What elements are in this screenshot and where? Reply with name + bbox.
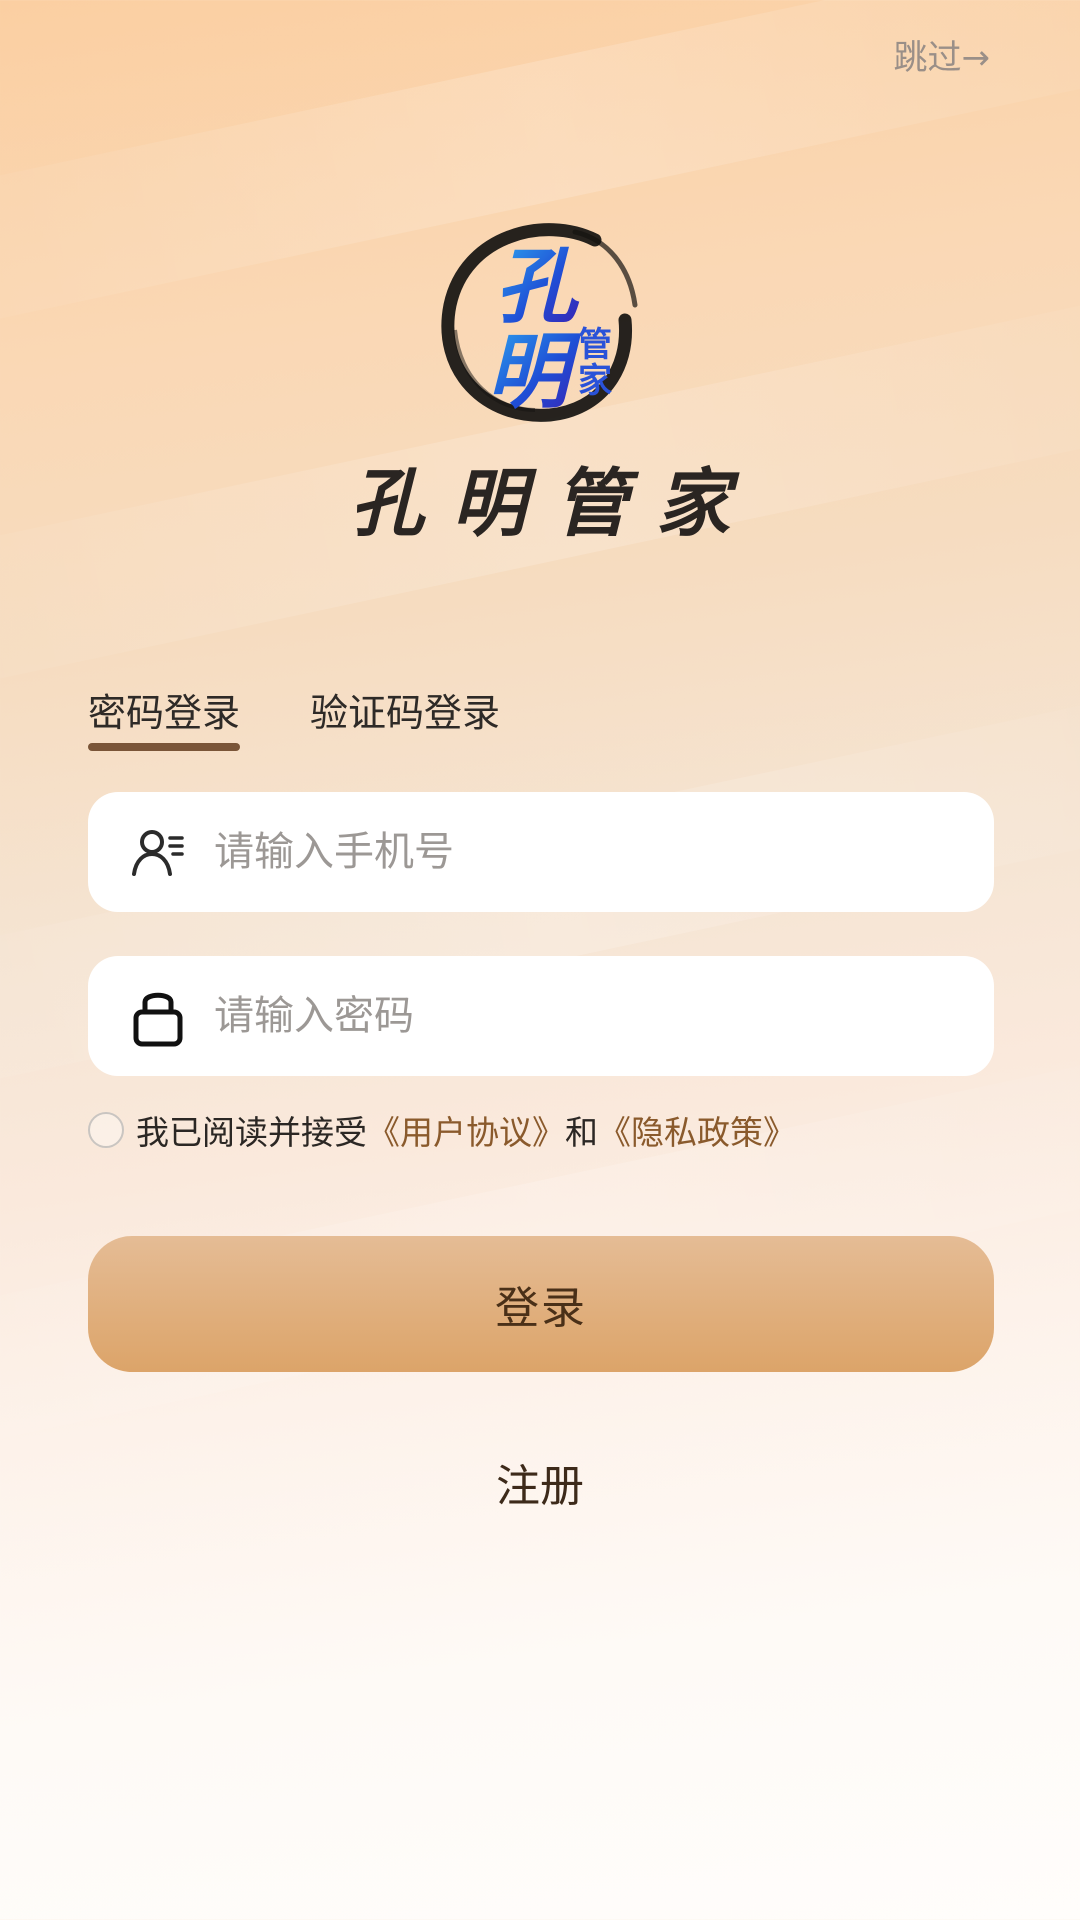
agreement-conjunction: 和 — [565, 1113, 598, 1152]
emblem-graphic: 孔 明 管 家 — [441, 223, 638, 422]
brand-logo: 孔 明 管 家 孔明管家 — [0, 210, 1080, 551]
emblem-small-char-1: 管 — [578, 325, 612, 365]
emblem-char-1: 孔 — [495, 239, 580, 335]
agreement-checkbox[interactable] — [88, 1112, 124, 1148]
lock-icon — [128, 986, 188, 1047]
user-list-icon — [128, 822, 188, 882]
user-agreement-link[interactable]: 《用户协议》 — [367, 1106, 565, 1154]
phone-input[interactable] — [212, 828, 916, 876]
phone-field[interactable] — [88, 792, 994, 912]
tab-sms-login[interactable]: 验证码登录 — [310, 682, 500, 751]
password-field[interactable] — [88, 956, 994, 1076]
password-input[interactable] — [212, 992, 916, 1040]
register-button[interactable]: 注册 — [0, 1450, 1080, 1514]
skip-button[interactable]: 跳过→ — [894, 30, 991, 79]
emblem-small-char-2: 家 — [578, 361, 612, 401]
login-tabs: 密码登录 验证码登录 — [88, 682, 500, 751]
privacy-policy-link[interactable]: 《隐私政策》 — [598, 1106, 796, 1154]
tab-password-login[interactable]: 密码登录 — [88, 682, 241, 751]
brand-title: 孔明管家 — [350, 461, 758, 547]
emblem-char-2: 明 — [487, 324, 582, 420]
logo-emblem: 孔 明 管 家 — [425, 210, 655, 440]
agreement-row: 我已阅读并接受 《用户协议》 和 《隐私政策》 — [88, 1106, 796, 1154]
login-button[interactable]: 登录 — [88, 1236, 994, 1372]
agreement-prefix: 我已阅读并接受 — [136, 1113, 367, 1152]
